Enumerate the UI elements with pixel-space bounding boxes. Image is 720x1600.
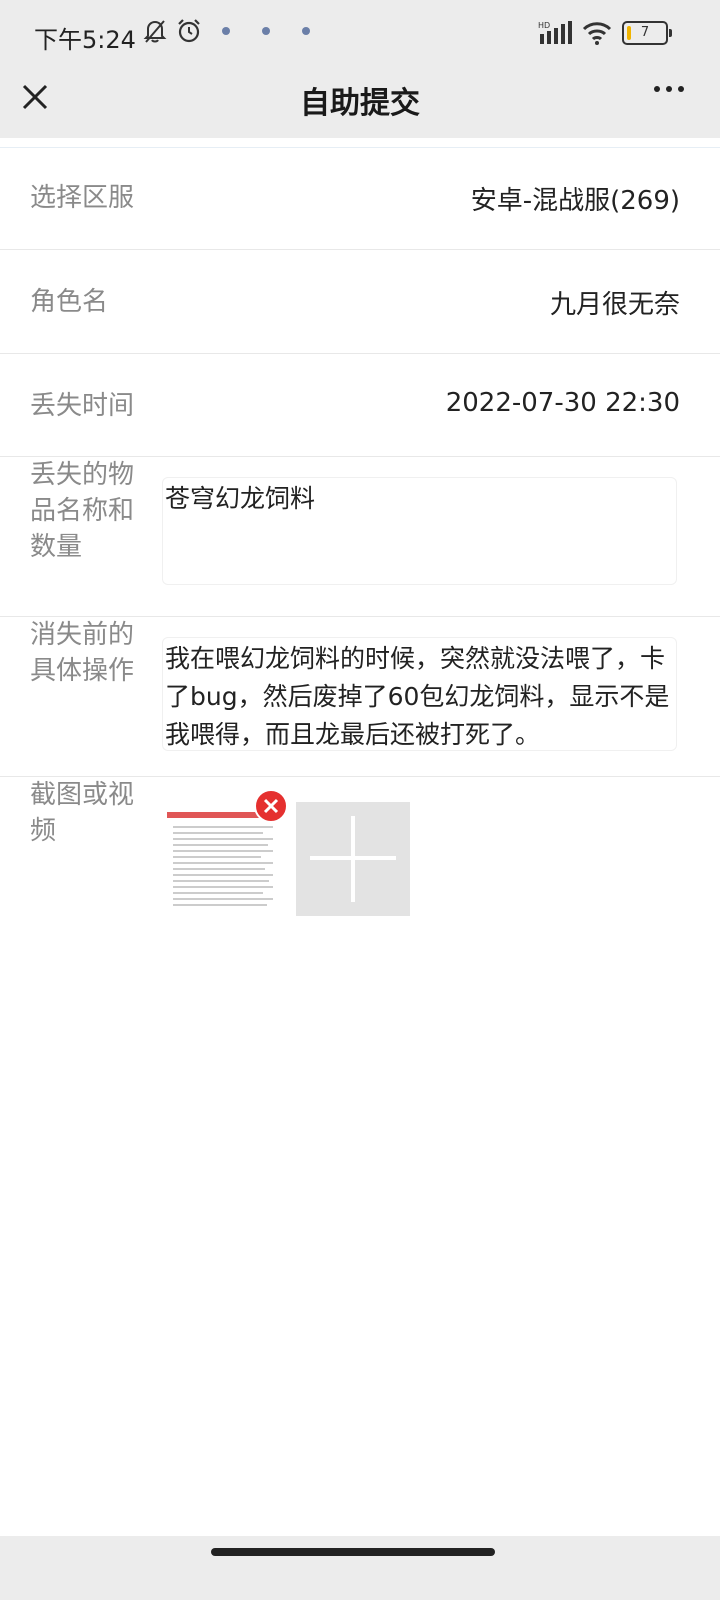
home-bar-area xyxy=(0,1536,720,1600)
bell-off-icon xyxy=(143,20,167,43)
home-indicator[interactable] xyxy=(211,1548,495,1556)
status-icons-left xyxy=(142,18,322,44)
delete-icon[interactable] xyxy=(254,789,288,823)
operation-row: 消失前的具体操作 我在喂幻龙饲料的时候，突然就没法喂了，卡了bug，然后废掉了6… xyxy=(0,617,720,777)
battery-fill xyxy=(627,26,631,40)
alarm-icon xyxy=(178,19,200,43)
server-row[interactable]: 选择区服 安卓-混战服(269) xyxy=(0,148,720,250)
operation-label: 消失前的具体操作 xyxy=(30,620,135,686)
battery-level: 7 xyxy=(640,25,650,40)
item-row: 丢失的物品名称和数量 苍穹幻龙饲料 xyxy=(0,457,720,617)
more-icon[interactable] xyxy=(654,86,684,92)
battery-icon: 7 xyxy=(622,21,672,45)
add-media-button[interactable] xyxy=(296,802,410,916)
status-icons-right: HD 7 xyxy=(538,20,672,46)
notification-dot xyxy=(262,27,270,35)
time-label: 丢失时间 xyxy=(30,391,135,421)
item-textarea[interactable]: 苍穹幻龙饲料 xyxy=(162,477,677,585)
notification-dot xyxy=(302,27,310,35)
notification-dot xyxy=(222,27,230,35)
status-time: 下午5:24 xyxy=(34,26,136,54)
signal-icon: HD xyxy=(538,21,572,44)
operation-textarea[interactable]: 我在喂幻龙饲料的时候，突然就没法喂了，卡了bug，然后废掉了60包幻龙饲料，显示… xyxy=(162,637,677,751)
time-value[interactable]: 2022-07-30 22:30 xyxy=(446,388,680,418)
screenshot-label: 截图或视频 xyxy=(30,780,135,846)
role-label: 角色名 xyxy=(30,287,109,317)
status-bar: 下午5:24 HD 7 xyxy=(0,0,720,68)
role-value[interactable]: 九月很无奈 xyxy=(550,284,680,321)
time-row[interactable]: 丢失时间 2022-07-30 22:30 xyxy=(0,354,720,457)
wifi-icon xyxy=(582,22,612,45)
role-row[interactable]: 角色名 九月很无奈 xyxy=(0,250,720,354)
page-title: 自助提交 xyxy=(300,86,420,121)
item-label: 丢失的物品名称和数量 xyxy=(30,460,135,562)
network-label: HD xyxy=(538,21,550,30)
server-label: 选择区服 xyxy=(30,183,135,213)
server-value[interactable]: 安卓-混战服(269) xyxy=(471,180,680,217)
nav-bar: 自助提交 xyxy=(0,68,720,138)
